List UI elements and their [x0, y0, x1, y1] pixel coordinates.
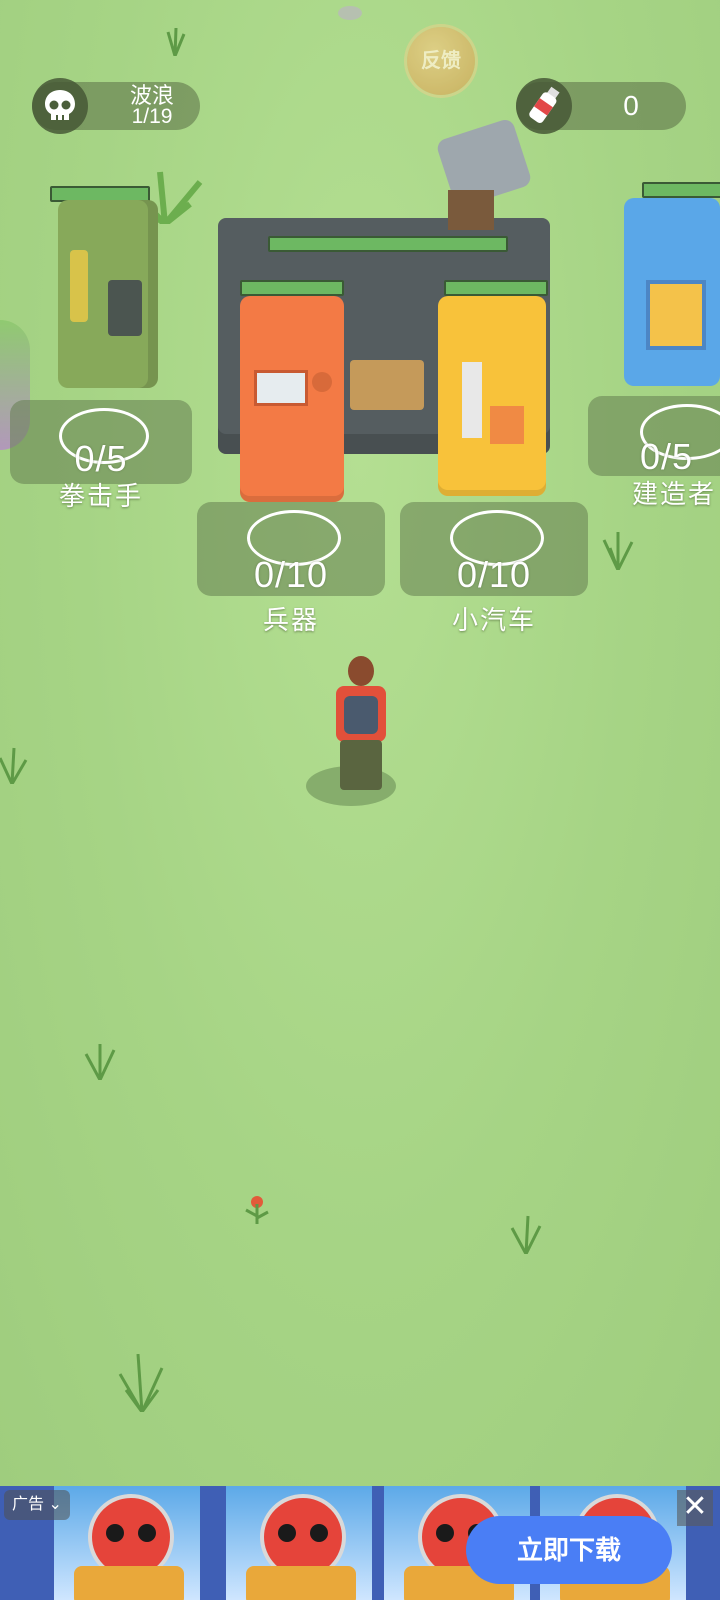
machine-button [312, 372, 332, 392]
grass-icon [166, 28, 186, 56]
ad-tag[interactable]: 广告 ⌄ [4, 1490, 70, 1520]
builder-health-bar [642, 182, 720, 198]
machine-window [462, 362, 482, 438]
weapon-label: 兵器 [262, 605, 319, 635]
ad-frame [54, 1486, 200, 1600]
feedback-button[interactable]: 反馈 [407, 27, 475, 95]
bottle-icon [516, 78, 572, 134]
machine-panel [490, 406, 524, 444]
car-machine[interactable] [438, 296, 546, 496]
ad-frame [226, 1486, 372, 1600]
grass-icon [84, 1044, 116, 1080]
bottle-counter: 0 [516, 78, 686, 134]
grass-icon [510, 1215, 542, 1254]
grass-icon [118, 1354, 164, 1412]
chevron-down-icon: ⌄ [48, 1496, 62, 1513]
skull-icon [32, 78, 88, 134]
player-head [348, 656, 374, 686]
grass-icon [0, 747, 28, 784]
ad-toy [74, 1566, 184, 1600]
rock [338, 6, 362, 20]
machine-panel [70, 250, 88, 322]
boxer-label: 拳击手 [58, 481, 143, 511]
dish-base [448, 190, 494, 230]
builder-label: 建造者 [632, 479, 717, 509]
machine-grid [646, 280, 706, 350]
boxer-machine[interactable] [58, 200, 158, 388]
wave-indicator: 波浪 1/19 [32, 78, 200, 134]
close-icon[interactable]: ✕ [677, 1490, 713, 1526]
boxer-pad[interactable]: 0/5 [10, 400, 192, 484]
supply-boxes [350, 360, 424, 410]
boxer-progress: 0/5 [74, 438, 128, 479]
player-backpack [344, 696, 378, 734]
builder-progress: 0/5 [640, 436, 694, 477]
weapon-progress: 0/10 [253, 554, 329, 595]
flower-icon [245, 1196, 269, 1224]
machine-screen [254, 370, 308, 406]
base-health-bar [268, 236, 508, 252]
player-character[interactable] [306, 656, 396, 806]
car-progress: 0/10 [456, 554, 532, 595]
builder-pad[interactable]: 0/5 [588, 396, 720, 477]
car-label: 小汽车 [451, 605, 536, 635]
player-legs [340, 740, 382, 790]
weapon-health-bar [240, 280, 344, 296]
wave-count: 1/19 [131, 105, 173, 128]
weapon-machine[interactable] [240, 296, 344, 502]
game-field[interactable]: 波浪 1/19 反馈 0 0/5 拳击手 0/10 兵器 0/10 小汽车 0/… [0, 0, 720, 1486]
ad-banner[interactable]: 广告 ⌄ 立即下载 ✕ [0, 1486, 720, 1600]
bottle-count: 0 [623, 90, 639, 121]
download-button[interactable]: 立即下载 [466, 1516, 672, 1584]
machine-slot [108, 280, 142, 336]
weapon-pad[interactable]: 0/10 [197, 502, 385, 596]
ad-toy [246, 1566, 356, 1600]
car-health-bar [444, 280, 548, 296]
grass-icon [602, 532, 634, 570]
builder-machine[interactable] [624, 198, 720, 386]
ad-tag-label: 广告 [12, 1496, 45, 1513]
car-pad[interactable]: 0/10 [400, 502, 588, 596]
